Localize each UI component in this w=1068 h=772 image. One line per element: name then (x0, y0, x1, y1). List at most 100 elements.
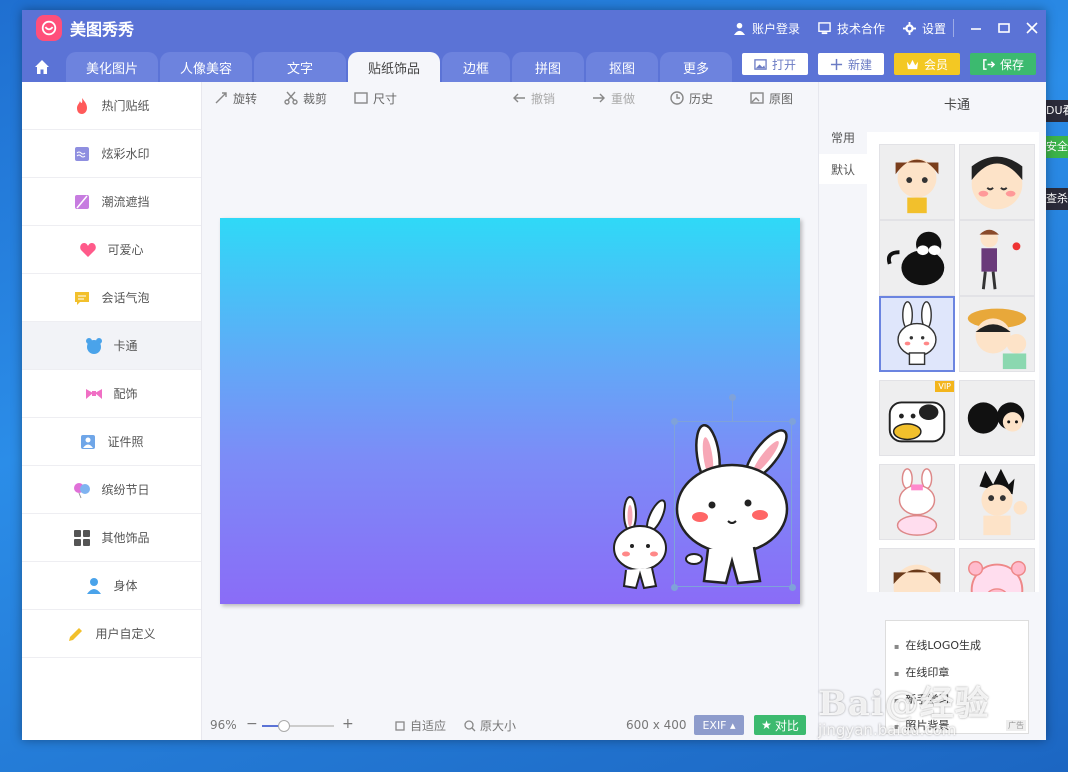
sticker-girl-face[interactable] (879, 548, 955, 592)
fit-button[interactable]: 自适应 (394, 717, 446, 734)
monitor-icon (818, 21, 831, 34)
desktop-widget-security[interactable]: 安全 (1044, 136, 1068, 158)
crop-button[interactable]: 裁剪 (284, 88, 327, 108)
save-button[interactable]: 保存 (970, 53, 1036, 75)
sticker-bunny[interactable] (879, 296, 955, 372)
sidebar-item-festival[interactable]: 缤纷节日 (22, 466, 201, 514)
sidebar-item-label: 热门贴纸 (101, 99, 150, 113)
zoom-out-button[interactable]: − (246, 716, 258, 732)
pencil-icon (67, 625, 85, 643)
speech-bubble-icon (73, 289, 91, 307)
small-bunny-sticker[interactable] (608, 496, 676, 592)
sidebar-item-hot-stickers[interactable]: 热门贴纸 (22, 82, 201, 130)
desktop-widget-du[interactable]: DU看 (1044, 100, 1068, 122)
tab-collage[interactable]: 拼图 (512, 52, 584, 82)
sidebar-item-cute-heart[interactable]: 可爱心 (22, 226, 201, 274)
maximize-button[interactable] (990, 10, 1018, 46)
redo-button[interactable]: 重做 (592, 88, 635, 108)
sticker-maruko-hat[interactable] (959, 296, 1035, 372)
close-button[interactable] (1018, 10, 1046, 46)
resize-handle-tl[interactable] (671, 418, 678, 425)
compare-icon: ★ (761, 718, 772, 732)
account-login-button[interactable]: 账户登录 (733, 20, 800, 37)
zoom-slider-thumb[interactable] (277, 720, 290, 732)
vip-button[interactable]: 会员 (894, 53, 960, 75)
actual-size-button[interactable]: 原大小 (464, 717, 516, 734)
scissors-icon (284, 91, 298, 105)
sticker-cow[interactable]: VIP (879, 380, 955, 456)
title-divider (953, 19, 954, 37)
new-label: 新建 (847, 57, 872, 72)
crown-icon (906, 59, 919, 69)
sidebar-item-fashion-block[interactable]: 潮流遮挡 (22, 178, 201, 226)
open-label: 打开 (771, 57, 796, 72)
photo-canvas[interactable] (220, 218, 800, 604)
sidebar-item-cartoon[interactable]: 卡通 (22, 322, 201, 370)
resize-handle-bl[interactable] (671, 584, 678, 591)
zoom-in-button[interactable]: + (342, 716, 354, 732)
desktop-widget-scan[interactable]: 查杀 (1044, 188, 1068, 210)
sidebar-item-custom[interactable]: 用户自定义 (22, 610, 201, 658)
sidebar-item-id-photo[interactable]: 证件照 (22, 418, 201, 466)
sticker-pink-pig[interactable] (959, 548, 1035, 592)
resize-handle-br[interactable] (789, 584, 796, 591)
promo-logo-link[interactable]: 在线LOGO生成 (894, 637, 981, 653)
home-icon (35, 60, 49, 74)
sticker-black-hair-couple[interactable] (959, 380, 1035, 456)
settings-button[interactable]: 设置 (902, 20, 946, 37)
image-icon (754, 58, 767, 70)
sidebar-item-label: 炫彩水印 (101, 147, 150, 161)
heart-icon (79, 241, 97, 259)
main-tab-bar: 美化图片 人像美容 文字 贴纸饰品 边框 拼图 抠图 更多 打开 新建 会员 保… (22, 46, 1046, 82)
sidebar-item-watermark[interactable]: 炫彩水印 (22, 130, 201, 178)
close-icon (1026, 22, 1038, 34)
undo-button[interactable]: 撤销 (512, 88, 555, 108)
sidebar-item-label: 缤纷节日 (101, 483, 150, 497)
sidebar-item-label: 身体 (113, 579, 138, 593)
sticker-black-cat[interactable] (879, 220, 955, 296)
sidebar-item-label: 会话气泡 (101, 291, 150, 305)
open-button[interactable]: 打开 (742, 53, 808, 75)
baidu-watermark: Bai@经验 jingyan.baidu.com (818, 676, 1018, 739)
size-button[interactable]: 尺寸 (354, 88, 397, 108)
rotate-label: 旋转 (233, 91, 258, 106)
sidebar-item-other[interactable]: 其他饰品 (22, 514, 201, 562)
edit-toolbar: 旋转 裁剪 尺寸 撤销 重做 历史 原图 (214, 88, 814, 110)
sub-tab-default[interactable]: 默认 (819, 154, 867, 184)
rotation-handle[interactable] (729, 394, 736, 401)
flame-icon (73, 97, 91, 115)
zoom-slider[interactable] (262, 720, 334, 732)
tech-coop-button[interactable]: 技术合作 (818, 20, 885, 37)
resize-icon (354, 92, 368, 104)
sticker-nurse-bunny[interactable] (879, 464, 955, 540)
compare-label: 对比 (774, 718, 799, 733)
sidebar-item-label: 用户自定义 (95, 627, 156, 641)
panel-title: 卡通 (943, 98, 970, 113)
tab-more[interactable]: 更多 (660, 52, 732, 82)
magnifier-icon (464, 719, 476, 731)
sidebar-item-body[interactable]: 身体 (22, 562, 201, 610)
sidebar-item-speech-bubble[interactable]: 会话气泡 (22, 274, 201, 322)
tab-stickers[interactable]: 贴纸饰品 (348, 52, 440, 82)
new-button[interactable]: 新建 (818, 53, 884, 75)
minimize-button[interactable] (962, 10, 990, 46)
tab-portrait[interactable]: 人像美容 (160, 52, 252, 82)
sidebar-item-label: 证件照 (107, 435, 144, 449)
sticker-astro-boy[interactable] (959, 464, 1035, 540)
resize-handle-tr[interactable] (789, 418, 796, 425)
tab-beautify[interactable]: 美化图片 (66, 52, 158, 82)
tab-frame[interactable]: 边框 (442, 52, 510, 82)
history-button[interactable]: 历史 (670, 88, 713, 108)
original-button[interactable]: 原图 (750, 88, 793, 108)
tab-cutout[interactable]: 抠图 (586, 52, 658, 82)
rotate-button[interactable]: 旋转 (214, 88, 257, 108)
exif-button[interactable]: EXIF ▴ (694, 715, 744, 735)
tab-text[interactable]: 文字 (254, 52, 346, 82)
sticker-girl-crying[interactable] (879, 144, 955, 220)
sidebar-item-accessories[interactable]: 配饰 (22, 370, 201, 418)
home-button[interactable] (22, 52, 62, 82)
sub-tab-common[interactable]: 常用 (819, 122, 867, 152)
sticker-chibi-maruko[interactable] (959, 144, 1035, 220)
compare-button[interactable]: ★ 对比 (754, 715, 806, 735)
sticker-boy-flower[interactable] (959, 220, 1035, 296)
